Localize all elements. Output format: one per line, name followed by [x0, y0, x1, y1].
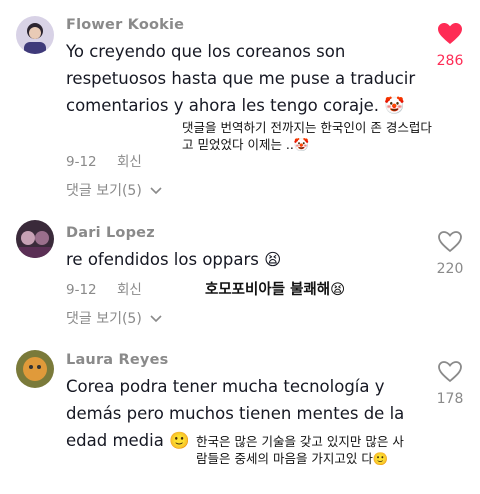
view-replies-label: 댓글 보기(5)	[66, 311, 142, 327]
heart-outline-icon	[438, 361, 462, 383]
comment-meta: 9-12 회신	[66, 278, 142, 298]
comment-date: 9-12	[66, 154, 97, 170]
comment-item: Flower Kookie Yo creyendo que los corean…	[0, 0, 480, 200]
translation-annotation: 댓글을 번역하기 전까지는 한국인이 존 경스럽다고 믿었었다 이제는 ..🤡	[182, 120, 432, 152]
translation-annotation: 한국은 많은 기술을 갖고 있지만 많은 사람들은 중세의 마음을 가지고있 다…	[196, 434, 404, 466]
like-count: 220	[436, 261, 464, 277]
avatar[interactable]	[16, 350, 54, 388]
username[interactable]: Laura Reyes	[66, 352, 168, 368]
view-replies-label: 댓글 보기(5)	[66, 183, 142, 199]
comment-text: re ofendidos los oppars 😫	[66, 246, 426, 273]
reply-button[interactable]: 회신	[117, 282, 142, 298]
clown-emoji: 🤡	[384, 96, 405, 115]
like-button[interactable]: 178	[430, 360, 470, 407]
chevron-down-icon	[150, 315, 162, 323]
like-count: 178	[436, 391, 464, 407]
comment-text-content: re ofendidos los oppars	[66, 250, 259, 269]
like-button[interactable]: 286	[430, 22, 470, 69]
username[interactable]: Flower Kookie	[66, 17, 184, 33]
comment-date: 9-12	[66, 282, 97, 298]
heart-outline-icon	[438, 231, 462, 253]
comment-text: Yo creyendo que los coreanos son respetu…	[66, 38, 426, 119]
tired-face-emoji: 😫	[264, 250, 282, 269]
smiling-face-emoji: 🙂	[169, 431, 190, 450]
comment-text-content: Yo creyendo que los coreanos son respetu…	[66, 42, 416, 115]
view-replies-button[interactable]: 댓글 보기(5)	[66, 180, 163, 200]
like-button[interactable]: 220	[430, 230, 470, 277]
chevron-down-icon	[150, 187, 162, 195]
comment-item: Dari Lopez re ofendidos los oppars 😫 9-1…	[0, 200, 480, 340]
avatar[interactable]	[16, 16, 54, 54]
username[interactable]: Dari Lopez	[66, 225, 155, 241]
view-replies-button[interactable]: 댓글 보기(5)	[66, 308, 163, 328]
avatar[interactable]	[16, 220, 54, 258]
comment-item: Laura Reyes Corea podra tener mucha tecn…	[0, 340, 480, 494]
like-count: 286	[436, 53, 464, 69]
reply-button[interactable]: 회신	[117, 154, 142, 170]
translation-annotation: 호모포비아들 불쾌해😫	[205, 282, 346, 298]
comment-meta: 9-12 회신	[66, 150, 142, 170]
heart-filled-icon	[438, 23, 462, 44]
